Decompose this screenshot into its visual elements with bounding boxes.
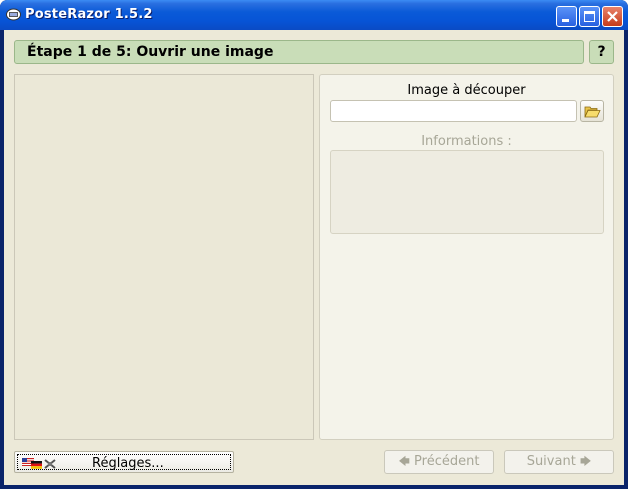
next-label: Suivant xyxy=(526,454,576,469)
next-button[interactable]: Suivant 🡆 xyxy=(504,450,614,474)
focus-rect: Réglages... xyxy=(17,454,231,471)
settings-label: Réglages... xyxy=(92,456,164,471)
info-box xyxy=(330,150,604,234)
app-window: PosteRazor 1.5.2 Étape 1 de 5: Ouvrir un… xyxy=(0,0,628,489)
browse-button[interactable] xyxy=(580,100,604,122)
app-icon xyxy=(6,8,21,21)
minimize-icon xyxy=(562,19,569,22)
maximize-button[interactable] xyxy=(579,6,600,27)
image-settings-panel: Image à découper Informations : xyxy=(319,74,614,440)
image-input-label: Image à découper xyxy=(407,83,526,98)
close-button[interactable] xyxy=(602,6,623,27)
flags-icon xyxy=(22,458,56,469)
step-title: Étape 1 de 5: Ouvrir une image xyxy=(27,44,274,60)
image-path-input[interactable] xyxy=(330,100,577,122)
window-title: PosteRazor 1.5.2 xyxy=(25,7,153,22)
image-preview-area xyxy=(14,74,314,440)
title-bar[interactable]: PosteRazor 1.5.2 xyxy=(0,0,628,30)
settings-button[interactable]: Réglages... xyxy=(14,451,234,473)
arrow-left-icon: 🡄 xyxy=(398,455,410,468)
minimize-button[interactable] xyxy=(556,6,577,27)
close-icon xyxy=(607,11,618,22)
step-header: Étape 1 de 5: Ouvrir une image xyxy=(14,40,584,64)
previous-button[interactable]: 🡄 Précédent xyxy=(384,450,494,474)
previous-label: Précédent xyxy=(414,454,480,469)
folder-open-icon xyxy=(584,106,601,118)
help-button[interactable]: ? xyxy=(589,40,614,64)
arrow-right-icon: 🡆 xyxy=(579,455,592,468)
dialog-body: Étape 1 de 5: Ouvrir une image ? Image à… xyxy=(4,30,624,485)
maximize-icon xyxy=(584,11,595,22)
info-label: Informations : xyxy=(421,134,512,149)
